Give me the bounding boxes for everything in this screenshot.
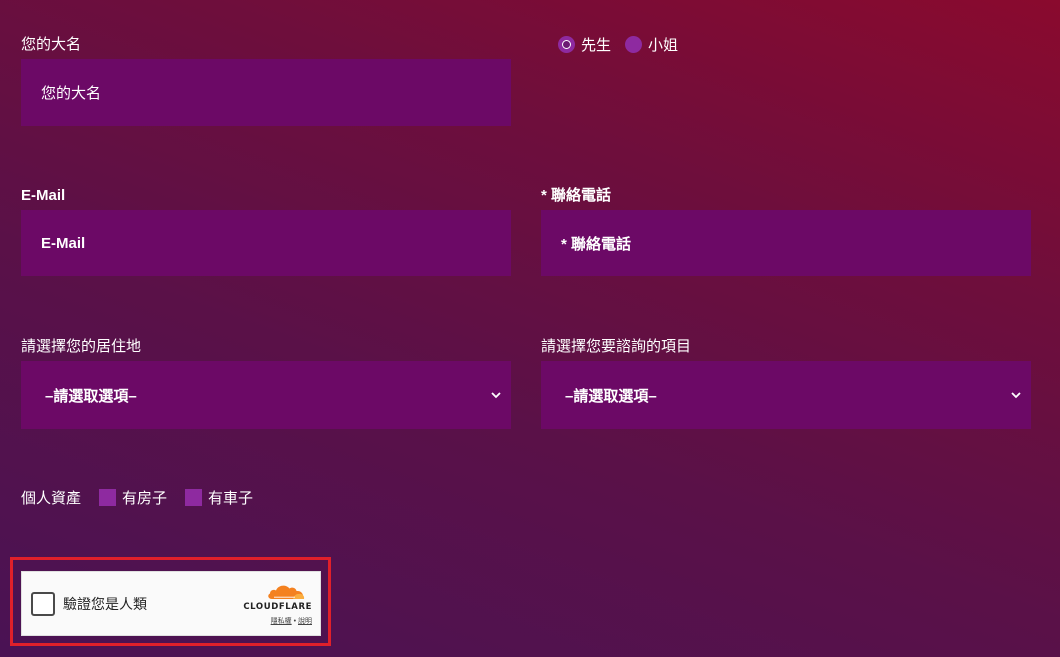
radio-mr-label: 先生 <box>581 37 612 54</box>
radio-mr-indicator[interactable] <box>558 36 575 53</box>
email-input[interactable]: E-Mail <box>21 210 511 276</box>
residence-label: 請選擇您的居住地 <box>21 338 142 355</box>
turnstile-links: 隱私權 • 說明 <box>271 616 312 626</box>
checkbox-has-house-box[interactable] <box>99 489 117 506</box>
gender-radio-group: 先生 小姐 <box>558 34 678 55</box>
radio-ms[interactable]: 小姐 <box>625 34 678 55</box>
checkbox-has-car[interactable]: 有車子 <box>185 487 253 508</box>
phone-label: * 聯絡電話 <box>541 187 612 204</box>
checkbox-has-house-label: 有房子 <box>122 490 168 507</box>
residence-select[interactable]: –請選取選項– <box>21 361 511 429</box>
checkbox-has-house[interactable]: 有房子 <box>99 487 167 508</box>
name-label: 您的大名 <box>21 36 82 53</box>
name-input-placeholder: 您的大名 <box>41 85 102 102</box>
phone-input-placeholder: * 聯絡電話 <box>561 235 632 253</box>
residence-select-value: –請選取選項– <box>45 387 137 405</box>
email-input-placeholder: E-Mail <box>41 234 86 252</box>
consult-item-select-value: –請選取選項– <box>565 387 657 405</box>
turnstile-brand: CLOUDFLARE 隱私權 • 說明 <box>230 581 312 626</box>
radio-mr[interactable]: 先生 <box>558 34 611 55</box>
checkbox-has-car-box[interactable] <box>185 489 203 506</box>
consult-item-label: 請選擇您要諮詢的項目 <box>541 338 692 355</box>
name-input[interactable]: 您的大名 <box>21 59 511 126</box>
cloudflare-cloud-icon <box>268 585 305 599</box>
turnstile-link-separator: • <box>293 618 297 625</box>
email-label: E-Mail <box>21 187 66 204</box>
assets-group: 個人資產 有房子 有車子 <box>21 487 253 508</box>
turnstile-prompt: 驗證您是人類 <box>63 595 147 612</box>
turnstile-privacy-link[interactable]: 隱私權 <box>271 618 292 625</box>
consult-item-select[interactable]: –請選取選項– <box>541 361 1031 429</box>
chevron-down-icon <box>489 388 503 402</box>
turnstile-widget: 驗證您是人類 CLOUDFLARE 隱私權 • 說明 <box>21 571 321 636</box>
cloudflare-wordmark: CLOUDFLARE <box>243 602 312 612</box>
turnstile-help-link[interactable]: 說明 <box>298 618 312 625</box>
checkbox-has-car-label: 有車子 <box>208 490 254 507</box>
radio-ms-label: 小姐 <box>648 37 679 54</box>
turnstile-checkbox[interactable] <box>31 591 55 616</box>
radio-ms-indicator[interactable] <box>625 36 643 53</box>
chevron-down-icon <box>1009 388 1023 402</box>
assets-label: 個人資產 <box>21 490 82 507</box>
phone-input[interactable]: * 聯絡電話 <box>541 210 1031 276</box>
